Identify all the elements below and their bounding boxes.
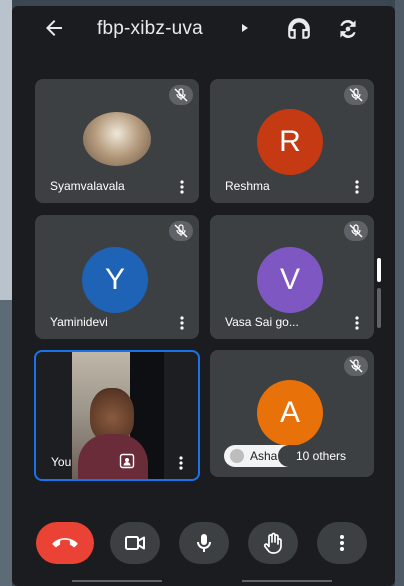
participant-name: Syamvalavala <box>50 179 125 193</box>
self-video <box>72 352 164 479</box>
grid-scrollbar[interactable] <box>377 258 381 328</box>
participant-tile-asha[interactable]: A Asha 10 others <box>210 350 374 477</box>
avatar-photo <box>83 112 151 166</box>
background-window-left <box>0 0 12 586</box>
more-options-icon <box>340 535 344 551</box>
participant-name: Yaminidevi <box>50 315 108 329</box>
camera-icon <box>125 536 145 550</box>
muted-mic-icon <box>169 221 193 241</box>
more-vert-icon[interactable] <box>178 455 184 471</box>
background-window-right <box>395 0 404 586</box>
avatar: A <box>257 380 323 446</box>
camera-button[interactable] <box>110 522 160 564</box>
meet-call-screen: fbp-xibz-uva Syamvalavala R Reshma Y Yam… <box>12 6 395 586</box>
participant-tile-syamvalavala[interactable]: Syamvalavala <box>35 79 199 203</box>
end-call-icon <box>52 538 78 548</box>
caret-right-icon[interactable] <box>240 23 250 33</box>
gesture-bar <box>12 576 395 586</box>
meeting-code[interactable]: fbp-xibz-uva <box>97 18 203 40</box>
muted-mic-icon <box>344 221 368 241</box>
more-vert-icon[interactable] <box>354 179 360 195</box>
participant-tile-reshma[interactable]: R Reshma <box>210 79 374 203</box>
more-vert-icon[interactable] <box>179 179 185 195</box>
back-arrow-icon[interactable] <box>42 16 66 40</box>
mic-icon <box>197 534 211 552</box>
others-count[interactable]: 10 others <box>278 445 364 467</box>
participant-name: Reshma <box>225 179 270 193</box>
more-vert-icon[interactable] <box>354 315 360 331</box>
mini-avatar <box>230 449 244 463</box>
participant-name: You <box>51 455 72 469</box>
end-call-button[interactable] <box>36 522 94 564</box>
muted-mic-icon <box>344 356 368 376</box>
audio-output-icon[interactable] <box>286 16 312 42</box>
muted-mic-icon <box>169 85 193 105</box>
raise-hand-icon <box>263 532 282 554</box>
call-header: fbp-xibz-uva <box>12 6 395 50</box>
more-options-button[interactable] <box>317 522 367 564</box>
avatar: R <box>257 109 323 175</box>
mic-button[interactable] <box>179 522 229 564</box>
raise-hand-button[interactable] <box>248 522 298 564</box>
avatar: V <box>257 247 323 313</box>
participant-tile-vasa-sai[interactable]: V Vasa Sai go... <box>210 215 374 339</box>
avatar: Y <box>82 247 148 313</box>
participant-tile-yaminidevi[interactable]: Y Yaminidevi <box>35 215 199 339</box>
others-chip-name: Asha <box>250 449 278 463</box>
others-chip[interactable]: Asha 10 others <box>224 445 364 467</box>
more-vert-icon[interactable] <box>179 315 185 331</box>
self-view-tile[interactable]: You <box>34 350 200 481</box>
pin-self-view-icon[interactable] <box>119 453 135 469</box>
muted-mic-icon <box>344 85 368 105</box>
call-controls <box>12 514 395 570</box>
switch-camera-icon[interactable] <box>335 16 361 42</box>
participant-name: Vasa Sai go... <box>225 315 299 329</box>
